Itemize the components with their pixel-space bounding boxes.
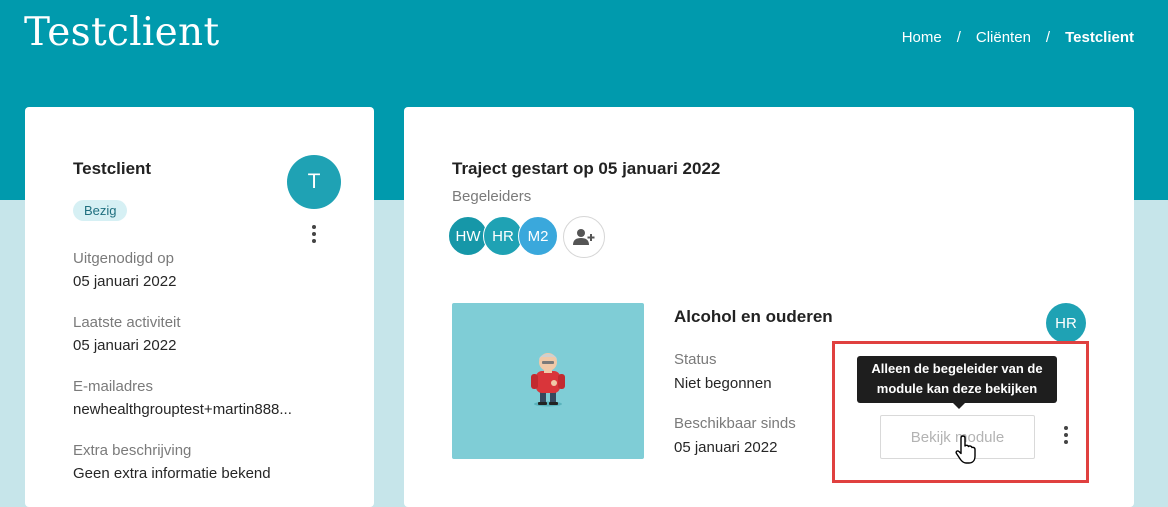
module-more-options-icon[interactable] bbox=[1056, 423, 1076, 447]
elderly-person-illustration bbox=[531, 353, 565, 407]
breadcrumb-current: Testclient bbox=[1065, 29, 1134, 46]
module-thumbnail[interactable] bbox=[452, 303, 644, 459]
begeleider-avatar[interactable]: M2 bbox=[518, 216, 558, 256]
description-field: Extra beschrijving Geen extra informatie… bbox=[73, 442, 271, 482]
module-available-value: 05 januari 2022 bbox=[674, 439, 778, 456]
module-status-value: Niet begonnen bbox=[674, 375, 772, 392]
tooltip: Alleen de begeleider van de module kan d… bbox=[857, 356, 1057, 409]
client-more-options-icon[interactable] bbox=[304, 222, 324, 246]
last-activity-value: 05 januari 2022 bbox=[73, 337, 177, 354]
module-available-field: Beschikbaar sinds 05 januari 2022 bbox=[674, 415, 796, 456]
begeleiders-label: Begeleiders bbox=[452, 188, 532, 205]
last-activity-field: Laatste activiteit 05 januari 2022 bbox=[73, 314, 181, 354]
description-label: Extra beschrijving bbox=[73, 442, 192, 459]
email-value: newhealthgrouptest+martin888... bbox=[73, 401, 292, 418]
breadcrumb-clients[interactable]: Cliënten bbox=[976, 29, 1031, 46]
add-begeleider-button[interactable] bbox=[563, 216, 605, 258]
module-available-label: Beschikbaar sinds bbox=[674, 415, 796, 432]
invited-value: 05 januari 2022 bbox=[73, 273, 177, 290]
breadcrumb-separator: / bbox=[956, 29, 961, 46]
begeleiders-avatars: HW HR M2 bbox=[448, 216, 605, 258]
description-value: Geen extra informatie bekend bbox=[73, 465, 271, 482]
page-title: Testclient bbox=[24, 10, 220, 55]
begeleider-avatar[interactable]: HW bbox=[448, 216, 488, 256]
module-status-field: Status Niet begonnen bbox=[674, 351, 772, 392]
traject-title: Traject gestart op 05 januari 2022 bbox=[452, 159, 721, 178]
add-user-icon bbox=[573, 229, 595, 245]
module-owner-avatar[interactable]: HR bbox=[1046, 303, 1086, 343]
module-status-label: Status bbox=[674, 351, 717, 368]
invited-field: Uitgenodigd op 05 januari 2022 bbox=[73, 250, 176, 290]
breadcrumb: Home / Cliënten / Testclient bbox=[902, 29, 1134, 46]
begeleider-avatar[interactable]: HR bbox=[483, 216, 523, 256]
breadcrumb-separator: / bbox=[1045, 29, 1051, 46]
client-avatar: T bbox=[287, 155, 341, 209]
invited-label: Uitgenodigd op bbox=[73, 250, 174, 267]
traject-card: Traject gestart op 05 januari 2022 Begel… bbox=[404, 107, 1134, 507]
status-badge: Bezig bbox=[73, 200, 127, 221]
tooltip-line: Alleen de begeleider van de bbox=[871, 361, 1043, 376]
client-info-card: Testclient Bezig T Uitgenodigd op 05 jan… bbox=[25, 107, 374, 507]
client-name: Testclient bbox=[73, 159, 152, 178]
mouse-cursor-icon bbox=[955, 435, 976, 464]
email-field: E-mailadres newhealthgrouptest+martin888… bbox=[73, 378, 292, 418]
module-title: Alcohol en ouderen bbox=[674, 307, 833, 326]
last-activity-label: Laatste activiteit bbox=[73, 314, 181, 331]
breadcrumb-home[interactable]: Home bbox=[902, 29, 942, 46]
email-label: E-mailadres bbox=[73, 378, 154, 395]
tooltip-line: module kan deze bekijken bbox=[876, 381, 1038, 396]
